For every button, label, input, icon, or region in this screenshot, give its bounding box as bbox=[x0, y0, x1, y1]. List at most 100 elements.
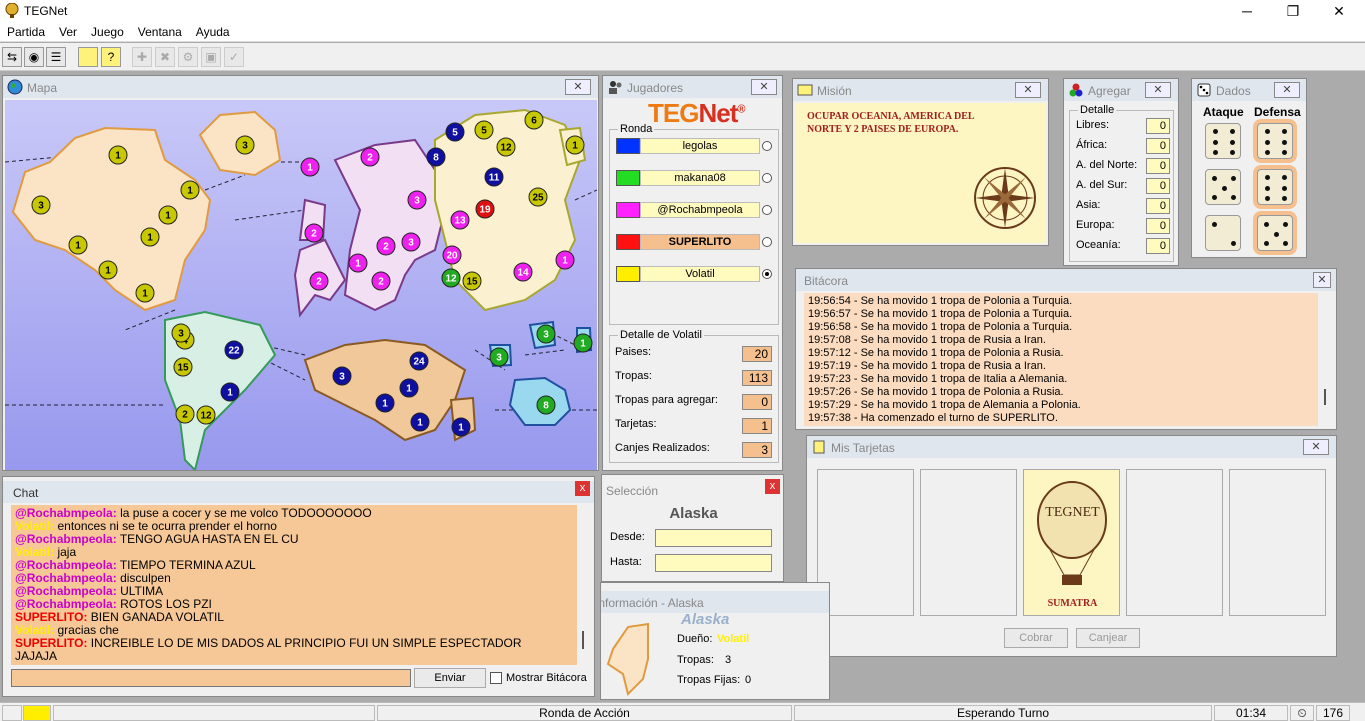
globe-icon[interactable]: ◉ bbox=[24, 47, 44, 67]
army-count: 2 bbox=[316, 277, 322, 288]
gear-icon[interactable]: ⚙ bbox=[178, 47, 198, 67]
army-count: 1 bbox=[307, 163, 313, 174]
logo-net: Net bbox=[698, 98, 738, 128]
mostrar-bitacora-checkbox[interactable] bbox=[490, 672, 502, 684]
cobrar-button[interactable]: Cobrar bbox=[1004, 628, 1068, 648]
toolbar: ⇆ ◉ ☰ ? ✚ ✖ ⚙ ▣ ✓ bbox=[0, 43, 1365, 71]
info-title: Información - Alaska bbox=[600, 596, 704, 610]
die-pip bbox=[1231, 176, 1236, 181]
player-radio[interactable] bbox=[762, 173, 772, 183]
desde-field[interactable] bbox=[655, 529, 772, 547]
close-icon[interactable]: ✕ bbox=[1313, 272, 1331, 288]
player-name: Volatil bbox=[640, 266, 760, 282]
connect-icon[interactable]: ⇆ bbox=[2, 47, 22, 67]
canjear-button[interactable]: Canjear bbox=[1076, 628, 1140, 648]
world-map[interactable]: 1311311114322151212122313231222014155618… bbox=[5, 100, 597, 470]
agregar-label: Oceanía: bbox=[1076, 239, 1121, 251]
menu-ayuda[interactable]: Ayuda bbox=[189, 22, 237, 39]
card-country: SUMATRA bbox=[1047, 598, 1098, 609]
chat-message: ULTIMA bbox=[120, 584, 164, 598]
tegnet-logo: TEGNet® bbox=[648, 98, 745, 129]
die-pip bbox=[1265, 139, 1270, 145]
detalle-label: Paises: bbox=[615, 346, 652, 358]
ronda-group: Ronda bbox=[609, 123, 779, 325]
agregar-value: 0 bbox=[1146, 198, 1170, 214]
restore-icon[interactable]: ❐ bbox=[1270, 0, 1316, 22]
title-bar: TEGNet ─ ❐ ✕ bbox=[0, 0, 1365, 22]
close-icon[interactable]: ✕ bbox=[1316, 0, 1362, 22]
chat-nick: @Rochabmpeola: bbox=[15, 532, 117, 546]
card2-icon[interactable]: ? bbox=[101, 47, 121, 67]
cards-title-bar: Mis Tarjetas bbox=[807, 436, 1336, 458]
menu-ver[interactable]: Ver bbox=[52, 22, 84, 39]
menu-partida[interactable]: Partida bbox=[0, 22, 52, 39]
delete-icon[interactable]: ✖ bbox=[155, 47, 175, 67]
chat-nick: @Rochabmpeola: bbox=[15, 506, 117, 520]
close-icon[interactable]: ✕ bbox=[565, 79, 591, 95]
close-icon[interactable]: ✕ bbox=[1303, 439, 1329, 455]
map-title: Mapa bbox=[27, 81, 58, 95]
army-count: 20 bbox=[446, 251, 458, 262]
chat-scrollbar[interactable] bbox=[577, 505, 590, 665]
add-icon[interactable]: ✚ bbox=[132, 47, 152, 67]
log-title: Bitácora bbox=[804, 274, 849, 288]
army-count: 2 bbox=[383, 242, 389, 253]
army-count: 3 bbox=[543, 330, 549, 341]
card-slot-empty[interactable] bbox=[920, 469, 1017, 616]
player-name: SUPERLITO bbox=[640, 234, 760, 250]
status-cell-empty bbox=[53, 705, 375, 721]
attack-die-icon bbox=[1205, 169, 1241, 205]
army-count: 1 bbox=[580, 339, 586, 350]
die-pip bbox=[1265, 175, 1270, 180]
close-icon[interactable]: x bbox=[575, 481, 590, 496]
army-count: 8 bbox=[543, 401, 549, 412]
selection-title-bar: Selección bbox=[602, 479, 783, 501]
log-line: 19:57:12 - Se ha movido 1 tropa de Polon… bbox=[808, 347, 1064, 359]
dueno-value: Volatil bbox=[717, 633, 750, 645]
close-icon[interactable]: ✕ bbox=[1274, 82, 1300, 98]
selection-title: Selección bbox=[606, 484, 659, 498]
selection-window: Selección x Alaska Desde: Hasta: bbox=[601, 474, 784, 582]
player-radio[interactable] bbox=[762, 205, 772, 215]
close-icon[interactable]: ✕ bbox=[751, 79, 777, 95]
army-count: 19 bbox=[479, 205, 491, 216]
chat-message: TENGO AGUA HASTA EN EL CU bbox=[119, 532, 299, 546]
enviar-button[interactable]: Enviar bbox=[414, 668, 486, 688]
chat-message: TIEMPO TERMINA AZUL bbox=[119, 558, 256, 572]
army-count: 25 bbox=[532, 193, 544, 204]
card-slot-empty[interactable] bbox=[1126, 469, 1223, 616]
agregar-value: 0 bbox=[1146, 138, 1170, 154]
card-logo: TEGNET bbox=[1045, 505, 1100, 520]
player-radio[interactable] bbox=[762, 237, 772, 247]
close-icon[interactable]: ✕ bbox=[1145, 82, 1171, 98]
army-count: 14 bbox=[517, 268, 529, 279]
agregar-value: 0 bbox=[1146, 238, 1170, 254]
log-line: 19:57:23 - Se ha movido 1 tropa de Itali… bbox=[808, 373, 1068, 385]
card-icon[interactable] bbox=[78, 47, 98, 67]
close-icon[interactable]: ✕ bbox=[1015, 82, 1041, 98]
menu-ventana[interactable]: Ventana bbox=[131, 22, 189, 39]
log-line: 19:57:08 - Se ha movido 1 tropa de Rusia… bbox=[808, 334, 1046, 346]
desde-label: Desde: bbox=[610, 531, 645, 543]
card-sumatra[interactable]: TEGNET SUMATRA bbox=[1023, 469, 1120, 616]
player-radio[interactable] bbox=[762, 269, 772, 279]
log-scrollbar[interactable] bbox=[1318, 293, 1332, 426]
defense-die-icon bbox=[1257, 169, 1293, 205]
player-radio[interactable] bbox=[762, 141, 772, 151]
copy-icon[interactable]: ▣ bbox=[201, 47, 221, 67]
hasta-field[interactable] bbox=[655, 554, 772, 572]
fijas-label: Tropas Fijas: bbox=[677, 674, 741, 686]
chat-message: INCREIBLE LO DE MIS DADOS AL PRINCIPIO F… bbox=[90, 636, 522, 650]
tropas-value: 3 bbox=[725, 654, 732, 666]
check-icon[interactable]: ✓ bbox=[224, 47, 244, 67]
list-icon[interactable]: ☰ bbox=[46, 47, 66, 67]
log-title-bar: Bitácora bbox=[796, 269, 1336, 291]
log-line: 19:57:19 - Se ha movido 1 tropa de Rusia… bbox=[808, 360, 1046, 372]
card-slot-empty[interactable] bbox=[1229, 469, 1326, 616]
card-slot-empty[interactable] bbox=[817, 469, 914, 616]
menu-juego[interactable]: Juego bbox=[84, 22, 131, 39]
close-icon[interactable]: x bbox=[765, 479, 780, 494]
minimize-icon[interactable]: ─ bbox=[1224, 0, 1270, 22]
chat-input[interactable] bbox=[11, 669, 411, 687]
army-count: 2 bbox=[311, 229, 317, 240]
